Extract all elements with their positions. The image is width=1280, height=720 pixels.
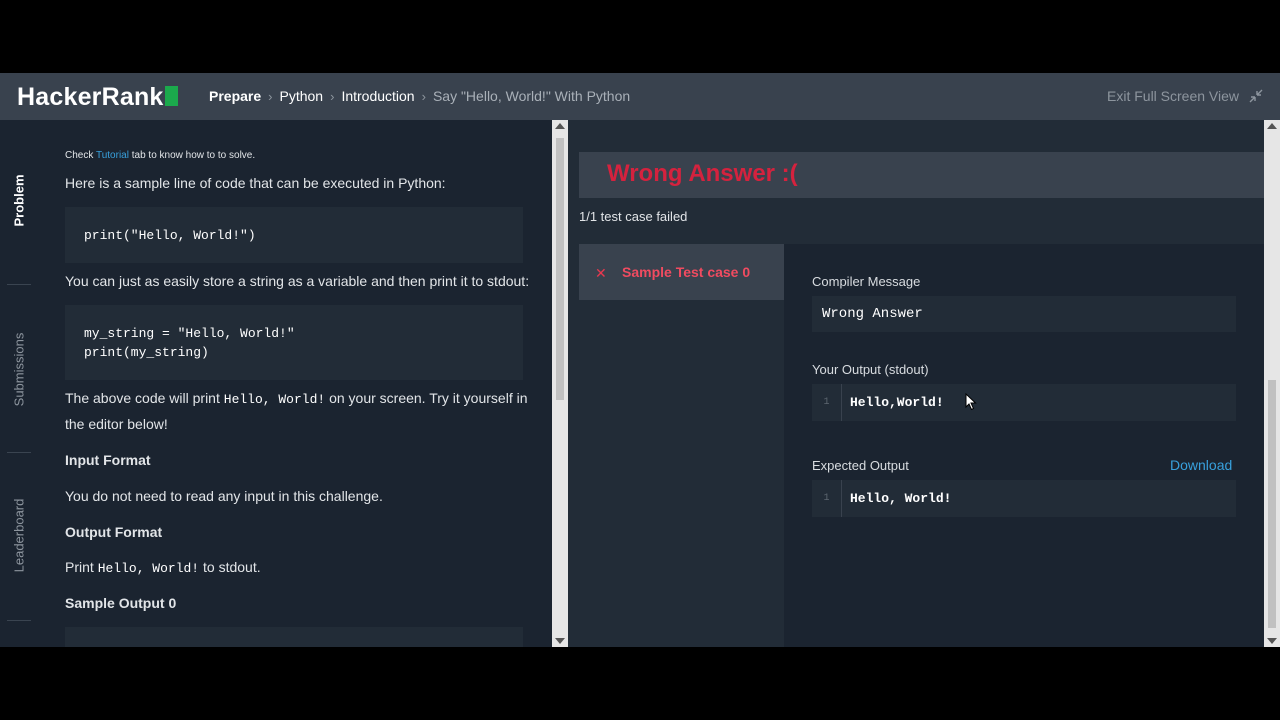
breadcrumb-current: Say "Hello, World!" With Python [432, 88, 631, 104]
problem-scrollbar[interactable] [552, 120, 568, 647]
compiler-message-label: Compiler Message [812, 274, 921, 289]
code-line: print("Hello, World!") [84, 228, 256, 243]
hackerrank-logo[interactable]: HackerRank [17, 83, 178, 112]
top-header: HackerRank Prepare › Python › Introducti… [0, 73, 1280, 120]
tab-problem-label: Problem [11, 173, 27, 227]
tab-problem[interactable]: Problem [0, 150, 37, 250]
tab-leaderboard-label: Leaderboard [11, 498, 27, 572]
chevron-right-icon: › [268, 88, 273, 104]
scroll-down-icon[interactable] [1267, 638, 1277, 644]
code-block-print: print("Hello, World!") [65, 207, 523, 263]
test-case-summary: 1/1 test case failed [579, 209, 688, 224]
line-number: 1 [812, 384, 842, 421]
exit-full-screen-link[interactable]: Exit Full Screen View [1107, 88, 1239, 104]
sample-output-heading: Sample Output 0 [65, 595, 177, 611]
test-case-item[interactable]: ✕ Sample Test case 0 [579, 244, 784, 300]
logo-mark-icon [164, 86, 178, 106]
output-format-text: Print Hello, World! to stdout. [65, 559, 261, 576]
rail-divider [7, 284, 31, 285]
input-format-heading: Input Format [65, 452, 151, 468]
compiler-message-text: Wrong Answer [822, 306, 923, 322]
output-prefix: Print [65, 559, 94, 575]
scroll-up-icon[interactable] [1267, 123, 1277, 129]
logo-text: HackerRank [17, 83, 164, 111]
breadcrumb-python[interactable]: Python [280, 88, 324, 104]
your-output-box: 1 Hello,World! [812, 384, 1236, 421]
rail-divider [7, 620, 31, 621]
scroll-thumb[interactable] [556, 138, 564, 400]
hint-suffix: tab to know how to to solve. [131, 150, 256, 161]
problem-statement: Check Tutorial tab to know how to to sol… [37, 120, 552, 647]
your-output-text: Hello,World! [850, 395, 944, 410]
inline-code: Hello, World! [97, 561, 200, 576]
scroll-down-icon[interactable] [555, 638, 565, 644]
scroll-thumb[interactable] [1268, 380, 1276, 628]
code-line: print(my_string) [84, 345, 209, 360]
result-scrollbar[interactable] [1264, 120, 1280, 647]
result-status-bar: Wrong Answer :( [579, 152, 1264, 198]
tab-submissions-label: Submissions [11, 332, 27, 406]
result-panel: Wrong Answer :( 1/1 test case failed ✕ S… [568, 120, 1264, 647]
wrong-answer-title: Wrong Answer :( [607, 160, 798, 187]
exit-full-screen-icon[interactable] [1248, 88, 1264, 104]
tutorial-link[interactable]: Tutorial [96, 150, 129, 161]
inline-code: Hello, World! [223, 392, 326, 407]
your-output-label: Your Output (stdout) [812, 362, 929, 377]
side-tab-rail: Problem Submissions Leaderboard [0, 120, 37, 647]
code-block-variable: my_string = "Hello, World!" print(my_str… [65, 305, 523, 380]
breadcrumb: Prepare › Python › Introduction › Say "H… [209, 88, 630, 104]
expected-output-label: Expected Output [812, 458, 909, 473]
expected-output-text: Hello, World! [850, 491, 952, 506]
string-text: You can just as easily store a string as… [65, 273, 530, 289]
breadcrumb-introduction[interactable]: Introduction [341, 88, 414, 104]
tab-submissions[interactable]: Submissions [0, 315, 37, 423]
above-prefix: The above code will print [65, 390, 220, 406]
chevron-right-icon: › [330, 88, 335, 104]
tab-leaderboard[interactable]: Leaderboard [0, 485, 37, 585]
hint-prefix: Check [65, 150, 94, 161]
test-case-label: Sample Test case 0 [622, 264, 751, 280]
chevron-right-icon: › [421, 88, 426, 104]
scroll-up-icon[interactable] [555, 123, 565, 129]
code-line: my_string = "Hello, World!" [84, 326, 295, 341]
line-number: 1 [812, 480, 842, 517]
output-format-heading: Output Format [65, 524, 163, 540]
mouse-cursor-icon [965, 393, 977, 411]
above-text-line2: the editor below! [65, 416, 168, 432]
above-text: The above code will print Hello, World! … [65, 390, 528, 407]
test-case-area: ✕ Sample Test case 0 Compiler Message Wr… [579, 244, 1264, 647]
code-block-sample [65, 627, 523, 647]
tutorial-hint: Check Tutorial tab to know how to to sol… [65, 150, 255, 161]
output-suffix: to stdout. [203, 559, 261, 575]
app-window: HackerRank Prepare › Python › Introducti… [0, 73, 1280, 647]
breadcrumb-prepare[interactable]: Prepare [209, 88, 261, 104]
input-format-text: You do not need to read any input in thi… [65, 488, 383, 504]
fail-x-icon: ✕ [595, 265, 607, 281]
compiler-message-box: Wrong Answer [812, 296, 1236, 332]
above-suffix: on your screen. Try it yourself in [329, 390, 528, 406]
download-link[interactable]: Download [1170, 457, 1232, 473]
intro-text: Here is a sample line of code that can b… [65, 175, 446, 191]
expected-output-box: 1 Hello, World! [812, 480, 1236, 517]
test-case-list: ✕ Sample Test case 0 [579, 244, 784, 647]
rail-divider [7, 452, 31, 453]
